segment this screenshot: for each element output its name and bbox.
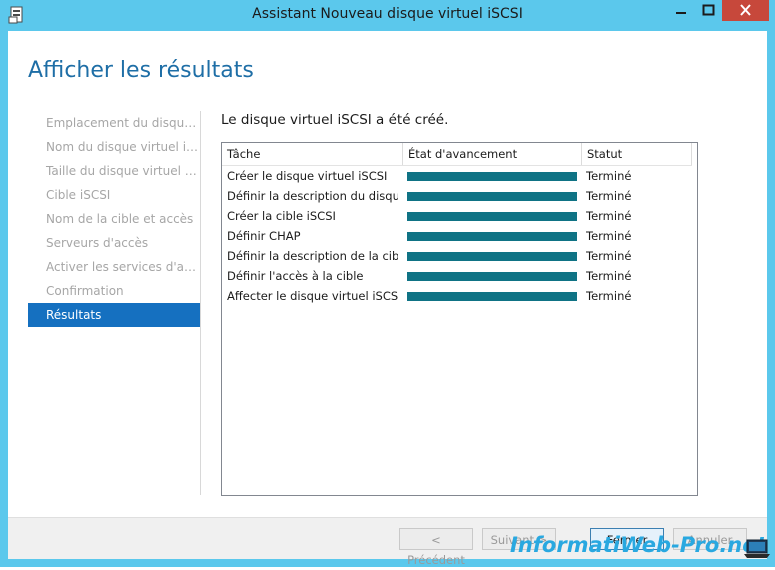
status-cell: Terminé [586,249,632,263]
minimize-button[interactable] [668,0,695,21]
maximize-icon [702,4,715,16]
table-row[interactable]: Définir l'accès à la cible Terminé [222,266,692,286]
progress-bar [407,292,577,301]
step-nom-disque: Nom du disque virtuel iS... [46,140,200,154]
step-nom-cible: Nom de la cible et accès [46,212,194,226]
table-row[interactable]: Définir la description de la cible Termin… [222,246,692,266]
wizard-steps-nav: Emplacement du disque... Nom du disque v… [28,111,200,327]
step-serveurs-acces: Serveurs d'accès [46,236,149,250]
table-row[interactable]: Définir la description du disque virtuel… [222,186,692,206]
progress-bar [407,172,577,181]
progress-bar-fill [407,292,577,301]
wizard-content: Afficher les résultats Emplacement du di… [8,31,767,567]
task-cell: Définir la description de la cible [227,249,398,263]
result-message: Le disque virtuel iSCSI a été créé. [221,112,449,128]
progress-bar-fill [407,252,577,261]
column-header-statut[interactable]: Statut [582,143,692,165]
close-icon [740,4,751,16]
task-cell: Définir la description du disque virtuel… [227,189,398,203]
progress-bar [407,252,577,261]
task-cell: Créer le disque virtuel iSCSI [227,169,388,183]
task-cell: Définir l'accès à la cible [227,269,364,283]
progress-bar-fill [407,192,577,201]
step-taille-disque: Taille du disque virtuel iSC... [46,164,200,178]
column-header-tache[interactable]: Tâche [222,143,403,165]
previous-button[interactable]: < Précédent [399,528,473,567]
status-cell: Terminé [586,189,632,203]
status-cell: Terminé [586,209,632,223]
status-cell: Terminé [586,169,632,183]
status-cell: Terminé [586,269,632,283]
minimize-icon [676,12,686,14]
task-cell: Affecter le disque virtuel iSCSI à [227,289,398,303]
progress-bar [407,232,577,241]
nav-divider [200,111,201,495]
step-resultats[interactable]: Résultats [28,303,200,327]
table-row[interactable]: Créer le disque virtuel iSCSI Terminé [222,166,692,186]
table-row[interactable]: Affecter le disque virtuel iSCSI à Termin… [222,286,692,306]
progress-bar [407,192,577,201]
table-row[interactable]: Créer la cible iSCSI Terminé [222,206,692,226]
step-confirmation: Confirmation [46,284,124,298]
progress-bar [407,212,577,221]
status-cell: Terminé [586,229,632,243]
task-cell: Définir CHAP [227,229,301,243]
title-bar[interactable]: Assistant Nouveau disque virtuel iSCSI [0,0,775,31]
close-window-button[interactable] [722,0,769,21]
step-emplacement: Emplacement du disque... [46,116,200,130]
table-row[interactable]: Définir CHAP Terminé [222,226,692,246]
maximize-button[interactable] [695,0,722,21]
page-title: Afficher les résultats [28,58,254,83]
table-header: Tâche État d'avancement Statut [222,143,692,166]
laptop-logo-icon [744,539,770,558]
progress-bar-fill [407,232,577,241]
wizard-window: Assistant Nouveau disque virtuel iSCSI A… [0,0,775,567]
step-cible-iscsi: Cible iSCSI [46,188,111,202]
progress-bar [407,272,577,281]
watermark-text: InformatiWeb-Pro.net [510,533,767,557]
window-title: Assistant Nouveau disque virtuel iSCSI [252,6,523,22]
results-table[interactable]: Tâche État d'avancement Statut Créer le … [221,142,698,496]
column-header-etat[interactable]: État d'avancement [403,143,582,165]
status-cell: Terminé [586,289,632,303]
progress-bar-fill [407,172,577,181]
step-activer-services: Activer les services d'auth... [46,260,200,274]
task-cell: Créer la cible iSCSI [227,209,336,223]
progress-bar-fill [407,272,577,281]
progress-bar-fill [407,212,577,221]
